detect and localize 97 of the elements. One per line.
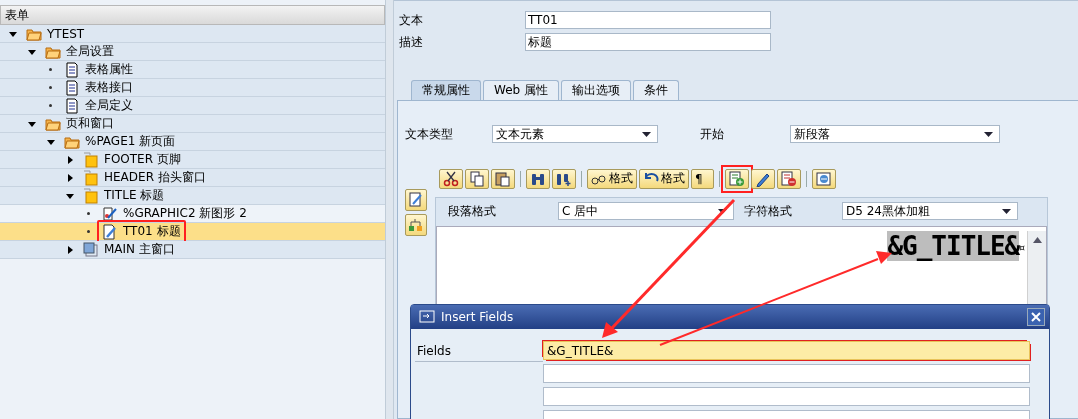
panel-title: 表单 bbox=[0, 5, 385, 25]
close-icon bbox=[1031, 312, 1041, 322]
toolbar-button[interactable] bbox=[491, 168, 515, 189]
document-icon bbox=[64, 97, 80, 114]
tree-item[interactable]: HEADER 抬头窗口 bbox=[0, 169, 385, 187]
bullet-icon bbox=[87, 212, 90, 215]
toolbar-button[interactable]: 格式 bbox=[587, 168, 637, 189]
toolbar-button[interactable] bbox=[526, 168, 550, 189]
field-label: 文本类型 bbox=[405, 125, 454, 143]
tree-label: TITLE 标题 bbox=[104, 187, 165, 204]
caret-down-icon[interactable] bbox=[46, 137, 55, 146]
caret-down-icon[interactable] bbox=[8, 29, 17, 38]
caret-down-icon[interactable] bbox=[27, 47, 36, 56]
caret-right-icon[interactable] bbox=[65, 245, 74, 254]
window-icon bbox=[83, 241, 99, 258]
tab[interactable]: 常规属性 bbox=[411, 80, 481, 100]
tree-view-button[interactable] bbox=[405, 214, 427, 236]
scroll-up-icon[interactable] bbox=[1032, 237, 1042, 243]
dropdown[interactable]: D5 24黑体加粗 bbox=[842, 202, 1018, 220]
dropdown[interactable]: 新段落 bbox=[790, 125, 1000, 143]
field-label: 字符格式 bbox=[744, 202, 793, 220]
tree-label: %PAGE1 新页面 bbox=[85, 133, 176, 150]
dropdown[interactable]: 文本元素 bbox=[492, 125, 658, 143]
toolbar-button[interactable] bbox=[439, 168, 463, 189]
tree-label: TT01 标题 bbox=[123, 223, 181, 240]
hierarchy-icon bbox=[408, 217, 424, 233]
window-icon bbox=[83, 187, 99, 204]
field-label: 段落格式 bbox=[448, 202, 497, 220]
bullet-icon bbox=[49, 68, 52, 71]
tree-label: %GRAPHIC2 新图形 2 bbox=[123, 205, 247, 222]
tree-item[interactable]: %GRAPHIC2 新图形 2 bbox=[0, 205, 385, 223]
tree-item[interactable]: 全局设置 bbox=[0, 43, 385, 61]
editor-text: &G_TITLE& bbox=[887, 231, 1020, 261]
delete-line-icon bbox=[781, 170, 797, 187]
scissors-icon bbox=[443, 170, 459, 187]
insert-line-icon bbox=[729, 170, 745, 187]
dialog-icon bbox=[419, 309, 435, 325]
tree-item[interactable]: MAIN 主窗口 bbox=[0, 241, 385, 259]
input-field[interactable] bbox=[543, 387, 1030, 406]
edit-icon bbox=[408, 192, 424, 208]
toolbar-button[interactable] bbox=[552, 168, 576, 189]
window-icon bbox=[83, 151, 99, 168]
toolbar-button[interactable]: 格式 bbox=[639, 168, 689, 189]
document-icon bbox=[64, 61, 80, 78]
text-edit-icon bbox=[102, 223, 118, 240]
paste-icon bbox=[495, 170, 511, 187]
dropdown-arrow-icon bbox=[642, 131, 651, 137]
caret-right-icon[interactable] bbox=[65, 155, 74, 164]
tree-item[interactable]: 表格属性 bbox=[0, 61, 385, 79]
tree-label: 全局定义 bbox=[85, 97, 133, 114]
tree-item[interactable]: 表格接口 bbox=[0, 79, 385, 97]
dropdown-arrow-icon bbox=[1002, 208, 1011, 214]
edit-button[interactable] bbox=[405, 189, 427, 211]
tree-item[interactable]: FOOTER 页脚 bbox=[0, 151, 385, 169]
tree-item[interactable]: TT01 标题 bbox=[0, 223, 385, 241]
graphic-icon bbox=[102, 205, 118, 222]
caret-down-icon[interactable] bbox=[27, 119, 36, 128]
copy-icon bbox=[469, 170, 485, 187]
window-icon bbox=[83, 169, 99, 186]
dropdown-arrow-icon bbox=[984, 131, 993, 137]
tree-label: HEADER 抬头窗口 bbox=[104, 169, 206, 186]
field-label: 描述 bbox=[398, 33, 424, 51]
tree-label: FOOTER 页脚 bbox=[104, 151, 181, 168]
field-label: 文本 bbox=[398, 11, 424, 29]
dialog-title: Insert Fields bbox=[441, 310, 515, 324]
toolbar-button[interactable] bbox=[777, 168, 801, 189]
end-mark: ¤ bbox=[1019, 243, 1025, 253]
dropdown[interactable]: C 居中 bbox=[558, 202, 734, 220]
input-field[interactable]: &G_TITLE& bbox=[543, 341, 1030, 360]
tab[interactable]: 输出选项 bbox=[561, 80, 631, 100]
input-field[interactable]: TT01 bbox=[525, 11, 771, 29]
tree-label: YTEST bbox=[47, 26, 85, 41]
tree-label: MAIN 主窗口 bbox=[104, 241, 175, 258]
input-field[interactable]: 标题 bbox=[525, 33, 771, 51]
caret-down-icon[interactable] bbox=[65, 191, 74, 200]
toolbar-button[interactable] bbox=[465, 168, 489, 189]
input-field[interactable] bbox=[543, 364, 1030, 383]
tree-item[interactable]: TITLE 标题 bbox=[0, 187, 385, 205]
tree-label: 表格属性 bbox=[85, 61, 133, 78]
bullet-icon bbox=[49, 86, 52, 89]
bullet-icon bbox=[49, 104, 52, 107]
tree-item[interactable]: %PAGE1 新页面 bbox=[0, 133, 385, 151]
tree-item[interactable]: 全局定义 bbox=[0, 97, 385, 115]
tree-label: 全局设置 bbox=[66, 43, 114, 60]
tree-item[interactable]: 页和窗口 bbox=[0, 115, 385, 133]
tree-item[interactable]: YTEST bbox=[0, 25, 385, 43]
bullet-icon bbox=[87, 230, 90, 233]
toolbar-button[interactable]: ¶ bbox=[691, 168, 714, 189]
document-icon bbox=[64, 79, 80, 96]
toolbar-button[interactable] bbox=[751, 168, 775, 189]
tab[interactable]: Web 属性 bbox=[483, 80, 559, 100]
field-label: 开始 bbox=[700, 125, 725, 143]
close-button[interactable] bbox=[1027, 308, 1045, 326]
tree-label: 表格接口 bbox=[85, 79, 133, 96]
tree-label: 页和窗口 bbox=[66, 115, 114, 132]
caret-right-icon[interactable] bbox=[65, 173, 74, 182]
tab[interactable]: 条件 bbox=[633, 80, 679, 100]
